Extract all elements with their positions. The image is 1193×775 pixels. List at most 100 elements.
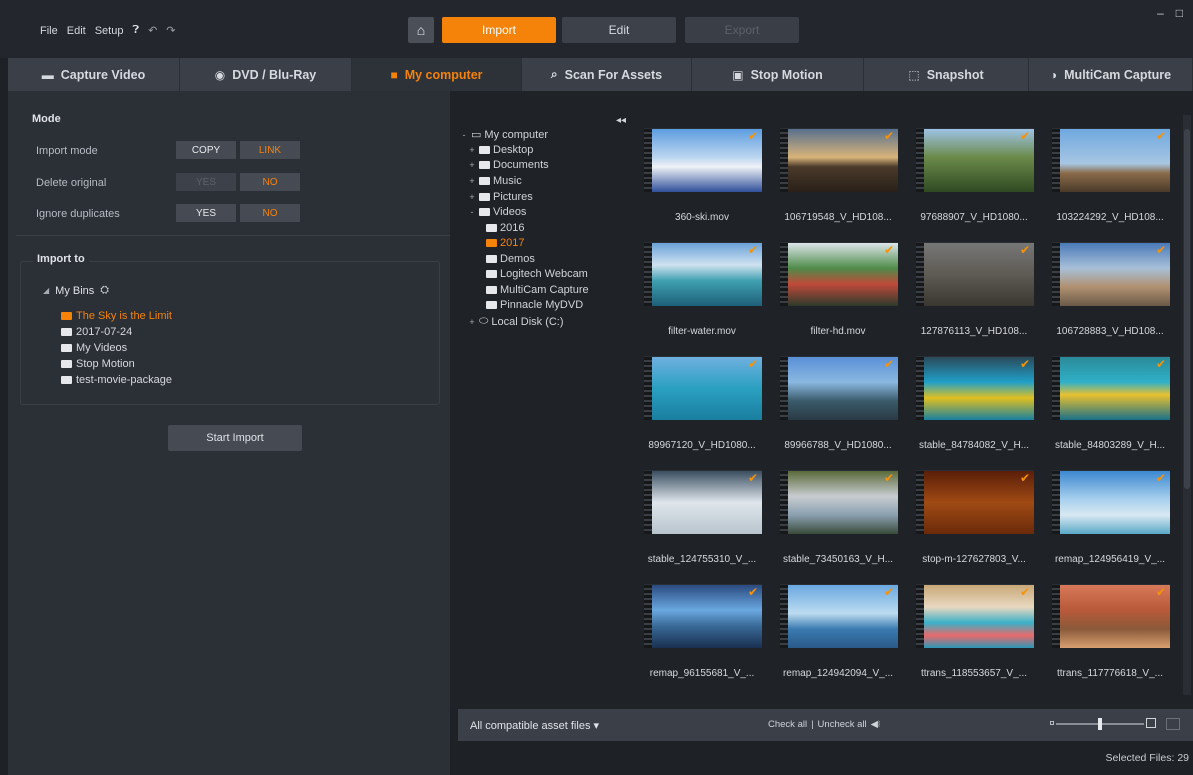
mode-tab-edit[interactable]: Edit	[562, 17, 676, 43]
media-thumbnail-item[interactable]: ✔ 127876113_V_HD108...	[906, 240, 1042, 354]
collapse-panel-icon[interactable]: ◂◂	[616, 115, 626, 126]
tab-scan-for-assets[interactable]: ⌕ Scan For Assets	[522, 58, 692, 91]
tree-node-2017[interactable]: 2017	[486, 237, 524, 249]
maximize-icon[interactable]: □	[1176, 6, 1183, 20]
tree-node-multicam-capture[interactable]: MultiCam Capture	[486, 284, 589, 296]
video-thumbnail[interactable]: ✔	[644, 242, 762, 306]
video-thumbnail[interactable]: ✔	[644, 470, 762, 534]
menu-file[interactable]: File	[40, 25, 58, 37]
mode-tab-import[interactable]: Import	[442, 17, 556, 43]
media-thumbnail-item[interactable]: ✔ remap_96155681_V_...	[634, 582, 770, 696]
checkmark-icon[interactable]: ✔	[884, 358, 896, 370]
checkmark-icon[interactable]: ✔	[884, 244, 896, 256]
collapse-icon[interactable]: -	[460, 130, 468, 140]
my-bins-node[interactable]: ◢ My Bins ⛭	[43, 284, 109, 297]
tab-stop-motion[interactable]: ▣ Stop Motion	[692, 58, 864, 91]
checkmark-icon[interactable]: ✔	[1020, 472, 1032, 484]
expand-icon[interactable]: +	[468, 192, 476, 202]
media-thumbnail-item[interactable]: ✔ ttrans_118553657_V_...	[906, 582, 1042, 696]
tree-node-my-computer[interactable]: - ▭ My computer	[460, 128, 548, 142]
tree-node-videos[interactable]: - Videos	[468, 206, 527, 218]
tree-node-music[interactable]: + Music	[468, 175, 521, 187]
video-thumbnail[interactable]: ✔	[780, 470, 898, 534]
video-thumbnail[interactable]: ✔	[916, 584, 1034, 648]
media-thumbnail-item[interactable]: ✔ remap_124942094_V_...	[770, 582, 906, 696]
ignore-duplicates-yes[interactable]: YES	[176, 204, 236, 222]
view-mode-icon[interactable]	[1166, 718, 1180, 730]
import-mode-link[interactable]: LINK	[240, 141, 300, 159]
media-thumbnail-item[interactable]: ✔ stable_84784082_V_H...	[906, 354, 1042, 468]
tree-node-pictures[interactable]: + Pictures	[468, 191, 532, 203]
video-thumbnail[interactable]: ✔	[780, 584, 898, 648]
home-button[interactable]: ⌂	[408, 17, 434, 43]
expand-icon[interactable]: +	[468, 145, 476, 155]
checkmark-icon[interactable]: ✔	[1156, 130, 1168, 142]
large-thumbnail-icon[interactable]	[1146, 718, 1156, 728]
undo-icon[interactable]: ↶	[148, 24, 157, 37]
video-thumbnail[interactable]: ✔	[780, 128, 898, 192]
media-thumbnail-item[interactable]: ✔ ttrans_117776618_V_...	[1042, 582, 1178, 696]
mode-tab-export[interactable]: Export	[685, 17, 799, 43]
media-thumbnail-item[interactable]: ✔ remap_124956419_V_...	[1042, 468, 1178, 582]
video-thumbnail[interactable]: ✔	[916, 242, 1034, 306]
media-thumbnail-item[interactable]: ✔ 106719548_V_HD108...	[770, 126, 906, 240]
check-all-link[interactable]: Check all	[768, 719, 807, 730]
checkmark-icon[interactable]: ✔	[1020, 586, 1032, 598]
scrollbar-thumb[interactable]	[1184, 129, 1190, 489]
expand-icon[interactable]: +	[468, 317, 476, 327]
video-thumbnail[interactable]: ✔	[1052, 356, 1170, 420]
checkmark-icon[interactable]: ✔	[748, 586, 760, 598]
checkmark-icon[interactable]: ✔	[1020, 130, 1032, 142]
video-thumbnail[interactable]: ✔	[644, 584, 762, 648]
uncheck-all-link[interactable]: Uncheck all	[818, 719, 867, 730]
tree-node-logitech-webcam[interactable]: Logitech Webcam	[486, 268, 588, 280]
volume-icon[interactable]: ◀⧘	[871, 719, 880, 730]
tab-dvd-bluray[interactable]: ◉ DVD / Blu-Ray	[180, 58, 352, 91]
checkmark-icon[interactable]: ✔	[748, 244, 760, 256]
media-thumbnail-item[interactable]: ✔ 106728883_V_HD108...	[1042, 240, 1178, 354]
video-thumbnail[interactable]: ✔	[1052, 584, 1170, 648]
video-thumbnail[interactable]: ✔	[1052, 128, 1170, 192]
checkmark-icon[interactable]: ✔	[1020, 358, 1032, 370]
checkmark-icon[interactable]: ✔	[1156, 586, 1168, 598]
tab-my-computer[interactable]: ■ My computer	[352, 58, 522, 91]
tree-node-desktop[interactable]: + Desktop	[468, 144, 533, 156]
checkmark-icon[interactable]: ✔	[748, 472, 760, 484]
video-thumbnail[interactable]: ✔	[780, 242, 898, 306]
add-bin-icon[interactable]: ⛭	[100, 284, 109, 297]
tree-node-documents[interactable]: + Documents	[468, 159, 548, 171]
checkmark-icon[interactable]: ✔	[884, 130, 896, 142]
thumbnail-size-slider[interactable]	[1056, 718, 1144, 730]
redo-icon[interactable]: ↷	[166, 24, 175, 37]
media-thumbnail-item[interactable]: ✔ 103224292_V_HD108...	[1042, 126, 1178, 240]
delete-original-no[interactable]: NO	[240, 173, 300, 191]
bin-item[interactable]: test-movie-package	[61, 374, 172, 386]
file-filter-dropdown[interactable]: All compatible asset files ▾	[470, 719, 599, 732]
checkmark-icon[interactable]: ✔	[748, 358, 760, 370]
media-thumbnail-item[interactable]: ✔ stable_73450163_V_H...	[770, 468, 906, 582]
media-thumbnail-item[interactable]: ✔ filter-water.mov	[634, 240, 770, 354]
collapse-triangle-icon[interactable]: ◢	[43, 286, 49, 295]
checkmark-icon[interactable]: ✔	[1156, 358, 1168, 370]
minimize-icon[interactable]: –	[1157, 6, 1164, 20]
ignore-duplicates-no[interactable]: NO	[240, 204, 300, 222]
checkmark-icon[interactable]: ✔	[884, 472, 896, 484]
media-thumbnail-item[interactable]: ✔ 89967120_V_HD1080...	[634, 354, 770, 468]
media-thumbnail-item[interactable]: ✔ stable_84803289_V_H...	[1042, 354, 1178, 468]
video-thumbnail[interactable]: ✔	[1052, 470, 1170, 534]
expand-icon[interactable]: +	[468, 160, 476, 170]
bin-item[interactable]: The Sky is the Limit	[61, 310, 172, 322]
bin-item[interactable]: 2017-07-24	[61, 326, 132, 338]
media-thumbnail-item[interactable]: ✔ 97688907_V_HD1080...	[906, 126, 1042, 240]
checkmark-icon[interactable]: ✔	[748, 130, 760, 142]
video-thumbnail[interactable]: ✔	[780, 356, 898, 420]
tree-node-2016[interactable]: 2016	[486, 222, 524, 234]
bin-item[interactable]: Stop Motion	[61, 358, 135, 370]
menu-edit[interactable]: Edit	[67, 25, 86, 37]
video-thumbnail[interactable]: ✔	[644, 128, 762, 192]
tab-multicam-capture[interactable]: ◑ MultiCam Capture	[1029, 58, 1193, 91]
video-thumbnail[interactable]: ✔	[916, 470, 1034, 534]
expand-icon[interactable]: +	[468, 176, 476, 186]
checkmark-icon[interactable]: ✔	[1156, 244, 1168, 256]
media-thumbnail-item[interactable]: ✔ filter-hd.mov	[770, 240, 906, 354]
